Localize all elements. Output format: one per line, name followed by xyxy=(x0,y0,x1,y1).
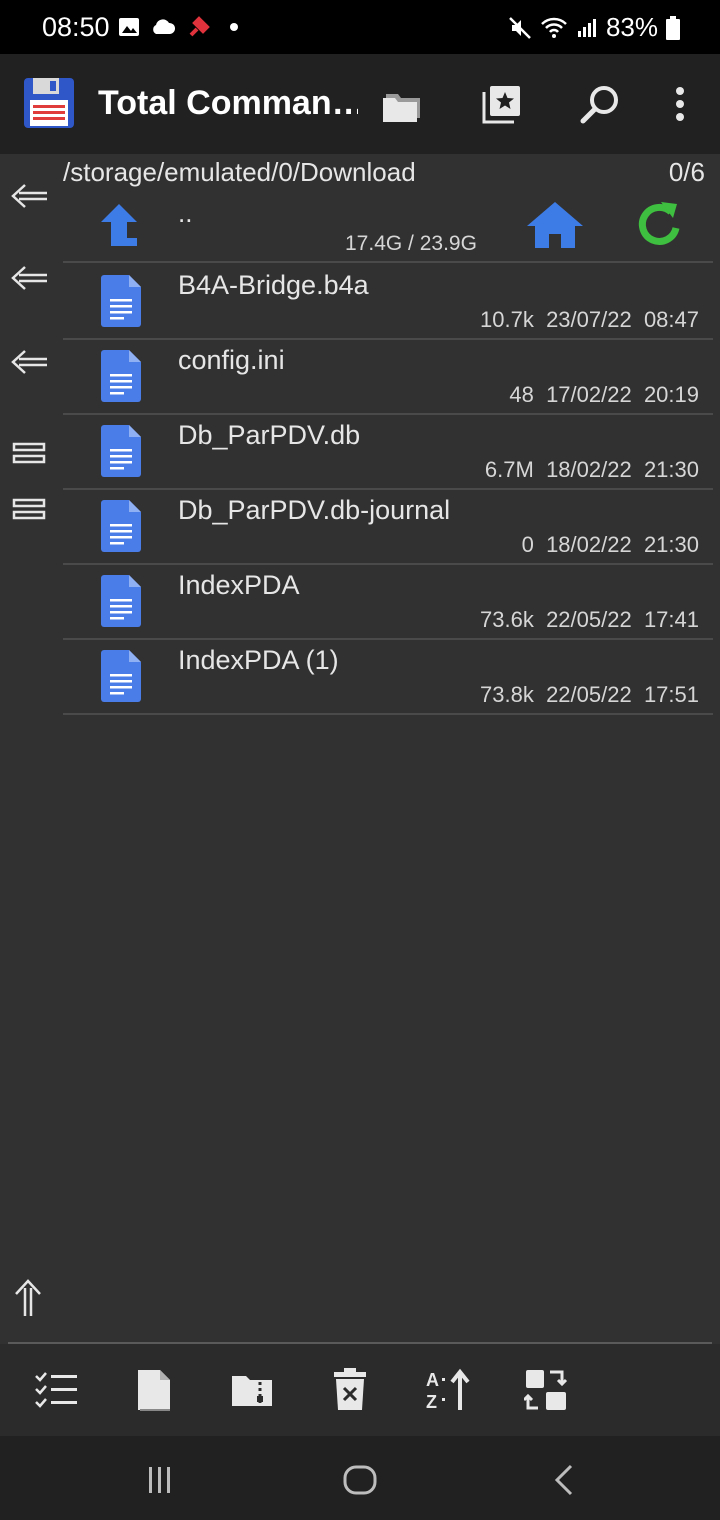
app-title: Total Comman… xyxy=(98,84,358,122)
new-file-icon[interactable] xyxy=(130,1366,178,1414)
status-bar: 08:50 83% xyxy=(0,0,720,54)
home-icon[interactable] xyxy=(525,200,585,250)
delete-icon[interactable] xyxy=(326,1366,374,1414)
file-name: B4A-Bridge.b4a xyxy=(178,270,369,300)
file-list: B4A-Bridge.b4a 10.7k 23/07/22 08:47 conf… xyxy=(63,265,713,715)
parent-label: .. xyxy=(178,198,193,228)
image-icon xyxy=(119,18,139,36)
back-arrow-2-icon[interactable] xyxy=(8,260,50,296)
storage-space: 17.4G / 23.9G xyxy=(345,232,477,255)
equals-1-icon[interactable] xyxy=(8,436,50,472)
back-arrow-1-icon[interactable] xyxy=(8,178,50,214)
svg-text:Z: Z xyxy=(426,1392,437,1412)
file-size: 6.7M xyxy=(484,457,534,482)
zip-folder-icon[interactable] xyxy=(228,1366,276,1414)
wifi-icon xyxy=(541,17,567,38)
file-date: 22/05/22 xyxy=(546,682,632,707)
mute-icon xyxy=(509,16,531,39)
file-size: 48 xyxy=(509,382,534,407)
file-size: 10.7k xyxy=(480,307,534,332)
document-icon xyxy=(101,275,141,327)
battery-percent: 83% xyxy=(605,12,658,42)
file-row[interactable]: Db_ParPDV.db 6.7M 18/02/22 21:30 xyxy=(63,415,713,490)
scroll-up-arrow-icon[interactable] xyxy=(8,1278,48,1318)
recents-icon[interactable] xyxy=(140,1460,180,1500)
current-path[interactable]: /storage/emulated/0/Download xyxy=(63,157,416,188)
file-date: 17/02/22 xyxy=(546,382,632,407)
swap-icon[interactable] xyxy=(522,1366,570,1414)
file-date: 23/07/22 xyxy=(546,307,632,332)
file-date: 18/02/22 xyxy=(546,532,632,557)
document-icon xyxy=(101,575,141,627)
parent-up-icon[interactable] xyxy=(97,202,141,248)
file-time: 17:41 xyxy=(643,607,699,632)
file-row[interactable]: config.ini 48 17/02/22 20:19 xyxy=(63,340,713,415)
file-size: 0 xyxy=(521,532,534,557)
file-time: 20:19 xyxy=(643,382,699,407)
signal-icon xyxy=(577,18,596,37)
file-name: Db_ParPDV.db xyxy=(178,420,361,450)
file-name: IndexPDA xyxy=(178,570,300,600)
file-time: 17:51 xyxy=(643,682,699,707)
app-bar: Total Comman… xyxy=(0,54,720,154)
file-row[interactable]: IndexPDA (1) 73.8k 22/05/22 17:51 xyxy=(63,640,713,715)
document-icon xyxy=(101,425,141,477)
folder-icon[interactable] xyxy=(380,82,424,126)
cloud-icon xyxy=(153,19,176,34)
bookmark-icon[interactable] xyxy=(480,82,524,126)
file-time: 21:30 xyxy=(643,457,699,482)
battery-icon xyxy=(666,15,680,40)
back-nav-icon[interactable] xyxy=(544,1460,584,1500)
file-size: 73.8k xyxy=(480,682,534,707)
file-row[interactable]: B4A-Bridge.b4a 10.7k 23/07/22 08:47 xyxy=(63,265,713,340)
file-date: 22/05/22 xyxy=(546,607,632,632)
file-time: 08:47 xyxy=(643,307,699,332)
path-bar[interactable]: /storage/emulated/0/Download 0/6 xyxy=(63,155,713,191)
file-name: Db_ParPDV.db-journal xyxy=(178,495,451,525)
selection-count: 0/6 xyxy=(668,157,705,187)
select-icon[interactable] xyxy=(32,1366,80,1414)
file-size: 73.6k xyxy=(480,607,534,632)
floppy-disk-icon[interactable] xyxy=(24,78,74,128)
pin-icon xyxy=(189,16,210,37)
system-nav-bar xyxy=(0,1436,720,1520)
file-row[interactable]: Db_ParPDV.db-journal 0 18/02/22 21:30 xyxy=(63,490,713,565)
more-icon[interactable] xyxy=(658,82,702,126)
document-icon xyxy=(101,350,141,402)
document-icon xyxy=(101,500,141,552)
bottom-toolbar: AZ xyxy=(0,1344,720,1436)
status-time: 08:50 xyxy=(42,12,110,42)
document-icon xyxy=(101,650,141,702)
file-row[interactable]: IndexPDA 73.6k 22/05/22 17:41 xyxy=(63,565,713,640)
file-time: 21:30 xyxy=(643,532,699,557)
search-icon[interactable] xyxy=(578,82,622,126)
home-nav-icon[interactable] xyxy=(340,1460,380,1500)
equals-2-icon[interactable] xyxy=(8,492,50,528)
file-name: config.ini xyxy=(178,345,285,375)
file-date: 18/02/22 xyxy=(546,457,632,482)
sort-icon[interactable]: AZ xyxy=(424,1366,472,1414)
parent-directory-row[interactable]: .. 17.4G / 23.9G xyxy=(63,190,713,263)
dot-icon xyxy=(230,23,238,31)
file-name: IndexPDA (1) xyxy=(178,645,339,675)
back-arrow-3-icon[interactable] xyxy=(8,344,50,380)
svg-text:A: A xyxy=(426,1370,439,1390)
reload-icon[interactable] xyxy=(633,198,685,250)
